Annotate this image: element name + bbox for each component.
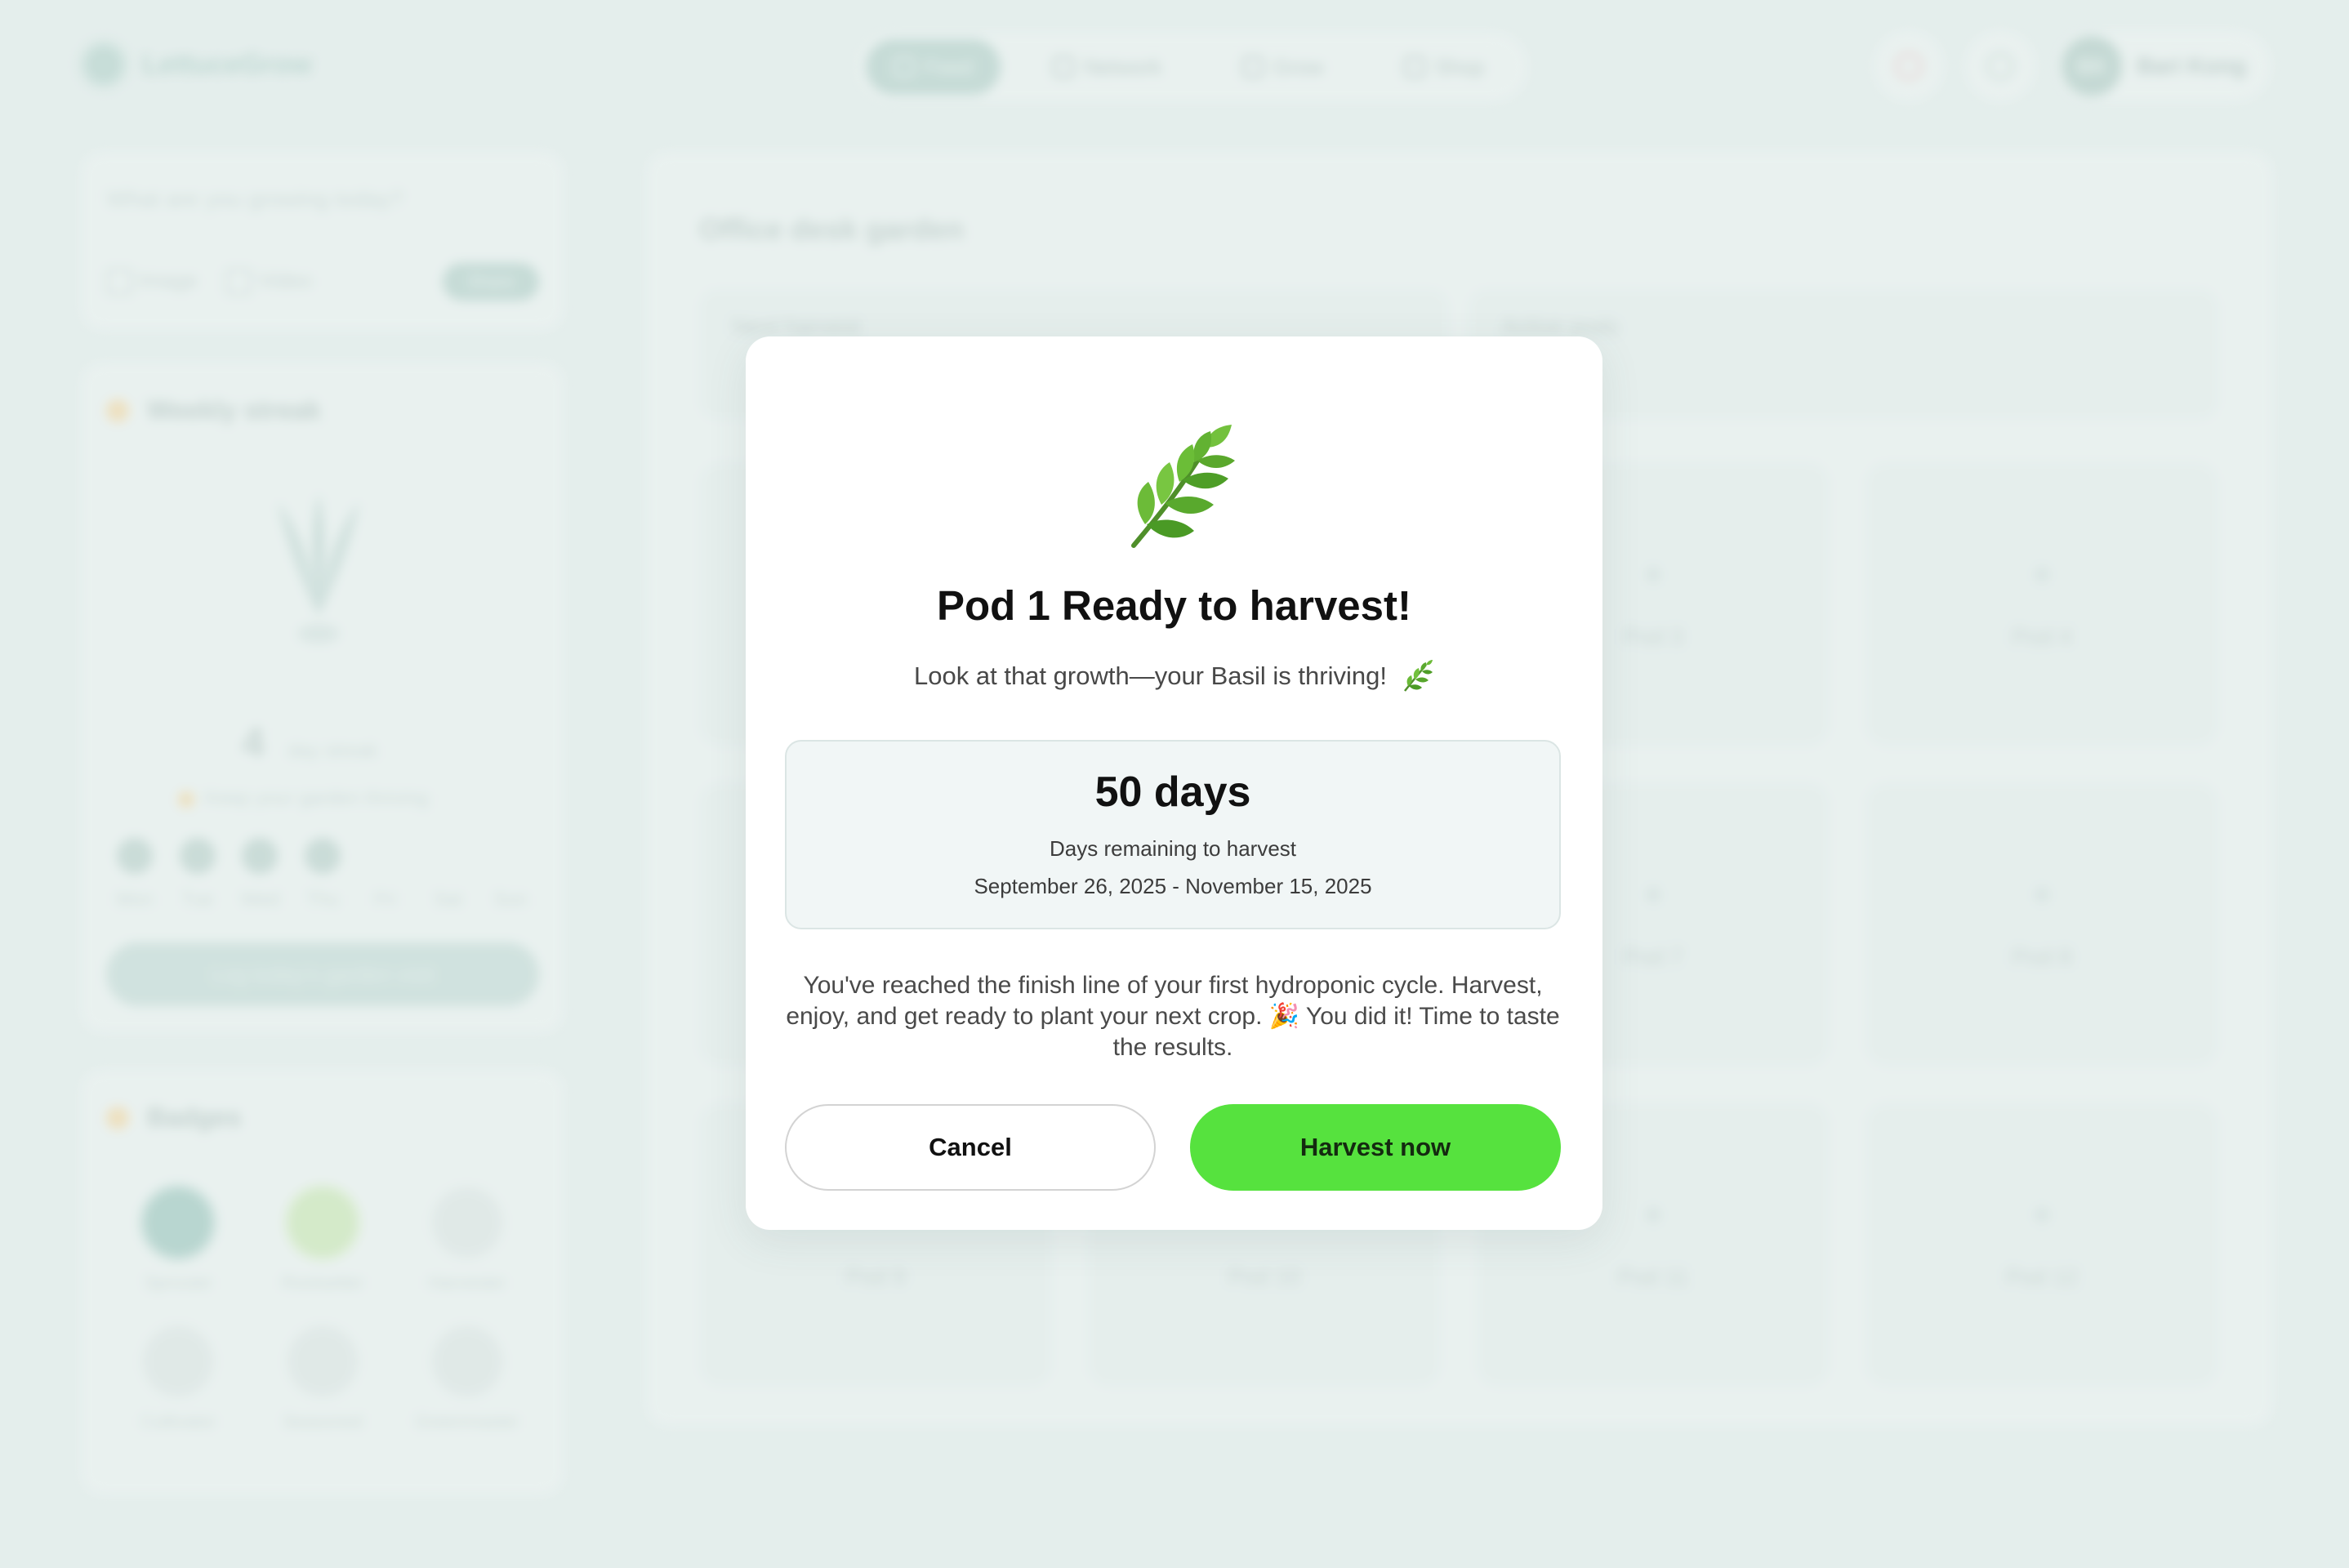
days-remaining-label: Days remaining to harvest — [1049, 836, 1297, 861]
herb-icon — [1131, 425, 1235, 548]
modal-message: You've reached the finish line of your f… — [786, 972, 1560, 1061]
harvest-countdown: 50 days Days remaining to harvest Septem… — [785, 740, 1561, 929]
leaf-icon — [1403, 660, 1433, 692]
harvest-date-range: September 26, 2025 - November 15, 2025 — [974, 874, 1372, 898]
app-root: LettuceGrow Feed Network Grow Shop BK Ba… — [0, 0, 2349, 1568]
modal-title: Pod 1 Ready to harvest! — [937, 582, 1411, 629]
cancel-button[interactable]: Cancel — [785, 1104, 1156, 1191]
modal-subtitle: Look at that growth—your Basil is thrivi… — [746, 658, 1602, 694]
harvest-now-button[interactable]: Harvest now — [1190, 1104, 1561, 1191]
days-remaining-value: 50 days — [1094, 768, 1251, 816]
modal-subtitle-text: Look at that growth—your Basil is thrivi… — [914, 662, 1387, 690]
